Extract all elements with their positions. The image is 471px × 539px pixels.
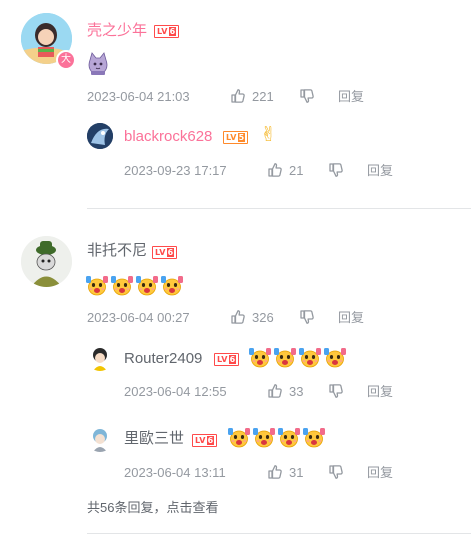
dislike-icon[interactable]	[328, 162, 344, 178]
dislike-icon[interactable]	[299, 88, 315, 104]
username[interactable]: 里歐三世	[124, 430, 184, 448]
like-count: 33	[289, 384, 304, 399]
cheer-face-emote	[160, 274, 184, 296]
avatar[interactable]	[87, 426, 113, 452]
dislike-icon[interactable]	[328, 383, 344, 399]
reply-button[interactable]: 回复	[338, 310, 364, 326]
level-badge: LV 6	[152, 246, 178, 259]
cheer-face-emote	[273, 346, 297, 368]
vip-badge: 大	[56, 50, 76, 70]
cheer-face-emote	[110, 274, 134, 296]
emote-row	[85, 274, 184, 296]
like-icon[interactable]	[230, 88, 246, 104]
cheer-face-emote	[135, 274, 159, 296]
username[interactable]: blackrock628	[124, 128, 212, 146]
cheer-face-emote	[85, 274, 109, 296]
like-count: 326	[252, 310, 274, 325]
comment-date: 2023-06-04 12:55	[124, 384, 227, 399]
dislike-icon[interactable]	[299, 309, 315, 325]
view-more-replies-link[interactable]: 共56条回复，点击查看	[87, 500, 218, 516]
level-badge: LV 6	[154, 25, 180, 38]
like-count: 221	[252, 89, 274, 104]
cheer-face-emote	[298, 346, 322, 368]
level-badge: LV 6	[214, 353, 240, 366]
username[interactable]: 非托不尼	[87, 242, 147, 260]
cheer-face-emote	[323, 346, 347, 368]
level-badge: LV 6	[192, 434, 218, 447]
vip-badge-label: 大	[61, 54, 71, 65]
emote-row	[248, 346, 347, 368]
comment-date: 2023-09-23 17:17	[124, 163, 227, 178]
like-icon[interactable]	[267, 464, 283, 480]
avatar[interactable]	[87, 123, 113, 149]
like-count: 31	[289, 465, 304, 480]
comment-date: 2023-06-04 21:03	[87, 89, 190, 104]
victory-hand-emoji: ✌	[260, 122, 277, 146]
cheer-face-emote	[227, 426, 251, 448]
comment-date: 2023-06-04 00:27	[87, 310, 190, 325]
cheer-face-emote	[277, 426, 301, 448]
divider	[87, 533, 471, 534]
cat-sticker	[87, 52, 109, 76]
like-icon[interactable]	[267, 383, 283, 399]
reply-button[interactable]: 回复	[367, 163, 393, 179]
like-icon[interactable]	[230, 309, 246, 325]
avatar[interactable]	[87, 345, 113, 371]
divider	[87, 208, 471, 209]
like-icon[interactable]	[267, 162, 283, 178]
level-badge: LV 5	[223, 131, 249, 144]
username[interactable]: Router2409	[124, 350, 202, 368]
dislike-icon[interactable]	[328, 464, 344, 480]
comment-date: 2023-06-04 13:11	[124, 465, 226, 480]
avatar[interactable]	[21, 236, 72, 287]
reply-button[interactable]: 回复	[367, 384, 393, 400]
username[interactable]: 壳之少年	[87, 22, 147, 40]
reply-button[interactable]: 回复	[338, 89, 364, 105]
cheer-face-emote	[252, 426, 276, 448]
like-count: 21	[289, 163, 304, 178]
cheer-face-emote	[302, 426, 326, 448]
cheer-face-emote	[248, 346, 272, 368]
reply-button[interactable]: 回复	[367, 465, 393, 481]
emote-row	[227, 426, 326, 448]
